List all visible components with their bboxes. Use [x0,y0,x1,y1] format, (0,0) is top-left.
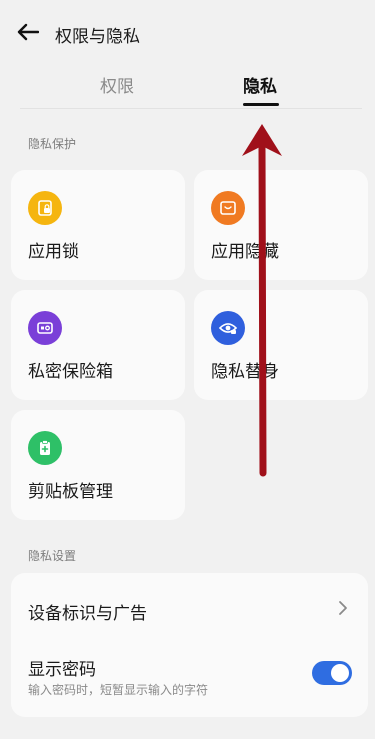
back-button[interactable] [14,18,42,46]
app-hide-icon [211,191,245,225]
safe-box-icon [28,311,62,345]
settings-group: 设备标识与广告 显示密码 输入密码时，短暂显示输入的字符 [11,573,368,717]
chevron-right-icon [339,601,347,615]
active-tab-indicator [243,103,279,106]
section-title-privacy-protection: 隐私保护 [28,137,77,151]
tab-privacy[interactable]: 隐私 [243,72,277,97]
show-password-label: 显示密码 [28,660,96,680]
card-private-safe[interactable]: 私密保险箱 [11,290,185,400]
card-label: 应用隐藏 [211,242,279,262]
toggle-knob [331,664,349,682]
card-label: 应用锁 [28,242,79,262]
card-label: 剪贴板管理 [28,482,113,502]
card-privacy-stand-in[interactable]: 隐私替身 [194,290,368,400]
tab-permissions[interactable]: 权限 [100,72,134,97]
privacy-eye-icon [211,311,245,345]
app-lock-icon [28,191,62,225]
card-clipboard-manager[interactable]: 剪贴板管理 [11,410,185,520]
show-password-toggle[interactable] [312,661,352,685]
card-app-lock[interactable]: 应用锁 [11,170,185,280]
arrow-left-icon [17,23,39,41]
section-title-privacy-settings: 隐私设置 [28,549,77,563]
page-title: 权限与隐私 [55,27,140,47]
device-id-and-ads-row[interactable]: 设备标识与广告 [11,573,368,643]
card-app-hide[interactable]: 应用隐藏 [194,170,368,280]
card-label: 隐私替身 [211,362,279,382]
top-bar: 权限与隐私 [0,0,375,64]
card-label: 私密保险箱 [28,362,113,382]
clipboard-icon [28,431,62,465]
device-id-and-ads-label: 设备标识与广告 [28,604,147,624]
show-password-description: 输入密码时，短暂显示输入的字符 [28,683,209,697]
tab-bar: 权限 隐私 [20,64,362,109]
